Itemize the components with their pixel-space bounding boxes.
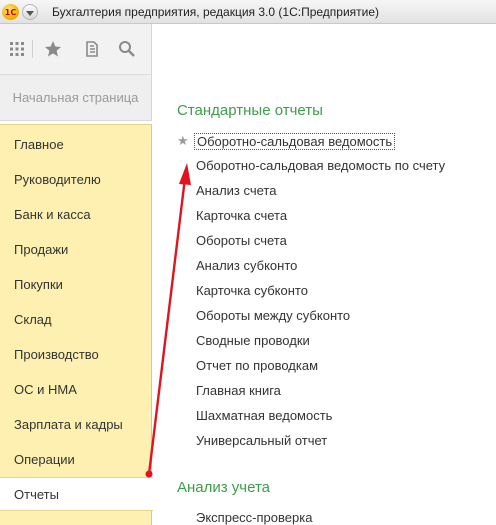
sidebar-item-payroll[interactable]: Зарплата и кадры <box>0 407 151 441</box>
history-icon[interactable] <box>84 40 102 58</box>
sidebar-item-main[interactable]: Главное <box>0 127 151 161</box>
report-link-subconto-analysis[interactable]: Анализ субконто <box>196 258 297 273</box>
report-link-chess-statement[interactable]: Шахматная ведомость <box>196 408 332 423</box>
navigation-toolbar <box>0 24 152 75</box>
sidebar-item-purchases[interactable]: Покупки <box>0 267 151 301</box>
app-logo-icon[interactable]: 1С <box>2 4 19 20</box>
section-title-accounting-analysis: Анализ учета <box>177 479 271 496</box>
sidebar-item-reports[interactable]: Отчеты <box>0 477 153 511</box>
reports-content: Стандартные отчеты ★ Оборотно-сальдовая … <box>153 38 496 525</box>
sidebar-item-manager[interactable]: Руководителю <box>0 162 151 196</box>
report-link-universal-report[interactable]: Универсальный отчет <box>196 433 327 448</box>
report-link-trial-balance[interactable]: Оборотно-сальдовая ведомость <box>194 133 396 150</box>
report-link-account-turnover[interactable]: Обороты счета <box>196 233 287 248</box>
apps-grid-icon[interactable] <box>8 40 26 58</box>
report-link-subconto-card[interactable]: Карточка субконто <box>196 283 308 298</box>
main-menu-button[interactable] <box>22 4 38 20</box>
title-bar: 1С Бухгалтерия предприятия, редакция 3.0… <box>0 0 496 24</box>
sidebar-item-sales[interactable]: Продажи <box>0 232 151 266</box>
window-title: Бухгалтерия предприятия, редакция 3.0 (1… <box>52 5 380 19</box>
search-icon[interactable] <box>118 40 136 58</box>
report-link-subconto-turnover[interactable]: Обороты между субконто <box>196 308 350 323</box>
sidebar-item-bank-cash[interactable]: Банк и касса <box>0 197 151 231</box>
sidebar-item-fixed-assets[interactable]: ОС и НМА <box>0 372 151 406</box>
toolbar-separator <box>32 40 33 58</box>
favorite-star-icon[interactable]: ★ <box>177 133 189 149</box>
report-link-general-ledger[interactable]: Главная книга <box>196 383 281 398</box>
sidebar-item-production[interactable]: Производство <box>0 337 151 371</box>
sections-panel: Главное Руководителю Банк и касса Продаж… <box>0 124 153 525</box>
toolbar-spacer <box>152 24 496 38</box>
sidebar-item-warehouse[interactable]: Склад <box>0 302 151 336</box>
section-title-standard-reports: Стандартные отчеты <box>177 102 323 119</box>
report-link-account-card[interactable]: Карточка счета <box>196 208 287 223</box>
report-link-summary-entries[interactable]: Сводные проводки <box>196 333 310 348</box>
report-link-express-check[interactable]: Экспресс-проверка <box>196 510 312 525</box>
sidebar-item-operations[interactable]: Операции <box>0 442 151 476</box>
report-link-account-trial-balance[interactable]: Оборотно-сальдовая ведомость по счету <box>196 158 445 173</box>
favorites-star-icon[interactable] <box>44 40 62 58</box>
home-page-tab[interactable]: Начальная страница <box>0 75 152 121</box>
report-link-account-analysis[interactable]: Анализ счета <box>196 183 276 198</box>
report-link-entries-report[interactable]: Отчет по проводкам <box>196 358 318 373</box>
